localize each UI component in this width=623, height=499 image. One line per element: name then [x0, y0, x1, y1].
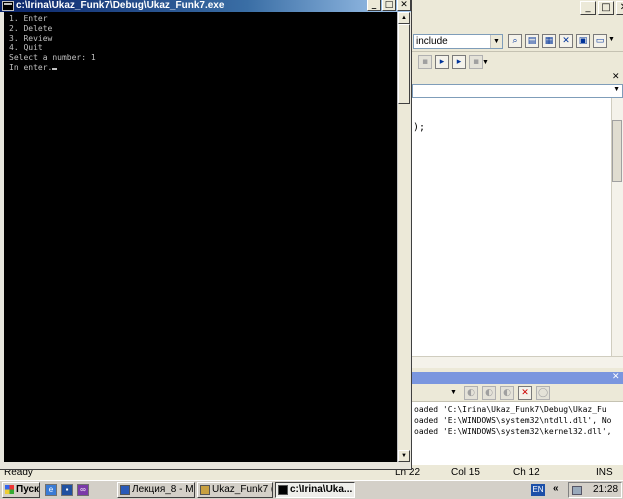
output-header: ✕: [412, 371, 623, 384]
minimize-button[interactable]: _: [367, 0, 381, 11]
find-icon[interactable]: ⌕: [508, 34, 522, 48]
task-label: Ukaz_Funk7 (...: [212, 484, 272, 495]
include-combo-value: include: [416, 36, 448, 47]
output-toolbar: ▼ ◐ ◐ ◐ ✕ ◯: [412, 384, 623, 402]
task-label: Лекция_8 - Mi...: [132, 484, 195, 495]
output-line: oaded 'E:\WINDOWS\system32\ntdll.dll', N…: [414, 416, 612, 425]
chevron-down-icon[interactable]: ▼: [450, 389, 457, 396]
ide-titlebar: _ □ ✕: [412, 0, 623, 18]
task-label: c:\Irina\Uka...: [290, 484, 353, 495]
editor-scroll-thumb[interactable]: [612, 120, 622, 182]
tray-expand-icon[interactable]: «: [553, 483, 559, 494]
visual-studio-quicklaunch-icon[interactable]: ∞: [77, 484, 89, 496]
find-next-icon[interactable]: ◐: [482, 386, 496, 400]
start-button[interactable]: Пуск: [2, 482, 40, 498]
task-button-word[interactable]: Лекция_8 - Mi...: [117, 482, 195, 498]
chevron-down-icon[interactable]: ▼: [490, 35, 502, 48]
status-column: Col 15: [451, 467, 480, 478]
internet-explorer-icon[interactable]: e: [45, 484, 57, 496]
step-over-icon[interactable]: ▸: [452, 55, 466, 69]
classview-icon[interactable]: ▦: [542, 34, 556, 48]
chevron-down-icon[interactable]: ▼: [482, 59, 489, 66]
stop-icon[interactable]: ✕: [518, 386, 532, 400]
panel-header: ✕: [412, 71, 623, 84]
language-indicator[interactable]: EN: [531, 484, 545, 496]
workspace-icon[interactable]: ▤: [525, 34, 539, 48]
taskbar: Пуск e ▪ ∞ Лекция_8 - Mi... Ukaz_Funk7 (…: [0, 480, 623, 499]
output-line: oaded 'C:\Irina\Ukaz_Funk7\Debug\Ukaz_Fu: [414, 405, 607, 414]
chevron-down-icon[interactable]: ▼: [608, 36, 615, 43]
visual-studio-icon: [200, 485, 210, 495]
members-combo[interactable]: ▼: [412, 84, 623, 98]
task-button-console[interactable]: c:\Irina\Uka...: [275, 482, 355, 498]
step-icon[interactable]: ▸: [435, 55, 449, 69]
console-line: In enter.: [9, 62, 53, 72]
console-scroll-thumb[interactable]: [398, 24, 410, 104]
ide-close-button[interactable]: ✕: [616, 1, 623, 15]
window-icon[interactable]: ▭: [593, 34, 607, 48]
find-prev-icon[interactable]: ◐: [464, 386, 478, 400]
start-label: Пуск: [16, 484, 40, 495]
close-icon[interactable]: ✕: [612, 71, 620, 82]
word-icon: [120, 485, 130, 495]
scroll-up-icon[interactable]: ▲: [398, 12, 410, 24]
clock[interactable]: 21:28: [593, 483, 618, 497]
console-icon[interactable]: [2, 1, 14, 11]
task-button-visual-studio[interactable]: Ukaz_Funk7 (...: [197, 482, 273, 498]
close-icon[interactable]: ✕: [612, 371, 620, 382]
tools-icon[interactable]: ✕: [559, 34, 573, 48]
build-icon[interactable]: ▣: [576, 34, 590, 48]
console-title: c:\Irina\Ukaz_Funk7\Debug\Ukaz_Funk7.exe: [16, 0, 225, 11]
console-window[interactable]: c:\Irina\Ukaz_Funk7\Debug\Ukaz_Funk7.exe…: [0, 0, 412, 470]
clear-icon[interactable]: ◯: [536, 386, 550, 400]
ide-toolbar-debug: ▪ ▸ ▸ ▪ ▼: [412, 52, 623, 72]
output-line: oaded 'E:\WINDOWS\system32\kernel32.dll'…: [414, 427, 612, 436]
find-in-files-icon[interactable]: ◐: [500, 386, 514, 400]
scroll-down-icon[interactable]: ▼: [398, 450, 410, 462]
windows-logo-icon: [5, 485, 14, 494]
code-line: );: [413, 122, 426, 133]
ide-minimize-button[interactable]: _: [580, 1, 596, 15]
editor-horizontal-scrollbar[interactable]: [412, 356, 623, 368]
console-line: 4. Quit: [9, 43, 43, 53]
system-tray: 21:28: [568, 482, 622, 498]
maximize-button[interactable]: □: [382, 0, 396, 11]
console-icon: [278, 485, 288, 495]
console-titlebar[interactable]: c:\Irina\Ukaz_Funk7\Debug\Ukaz_Funk7.exe…: [0, 0, 411, 12]
console-output[interactable]: 1. Enter 2. Delete 3. Review 4. Quit Select …: [4, 12, 397, 462]
status-char: Ch 12: [513, 467, 540, 478]
console-line: 2. Delete: [9, 23, 53, 33]
text-cursor: [52, 67, 58, 70]
chevron-down-icon[interactable]: ▼: [613, 86, 620, 93]
desktop-icon[interactable]: ▪: [61, 484, 73, 496]
output-pane[interactable]: oaded 'C:\Irina\Ukaz_Funk7\Debug\Ukaz_Fu…: [412, 402, 623, 464]
status-insert-mode: INS: [596, 467, 613, 478]
include-combo[interactable]: include ▼: [413, 34, 503, 49]
ide-maximize-button[interactable]: □: [598, 1, 614, 15]
console-line: 1. Enter: [9, 14, 48, 23]
code-editor[interactable]: [412, 98, 611, 356]
breakpoint-icon[interactable]: ▪: [469, 55, 483, 69]
console-scrollbar[interactable]: ▲ ▼: [397, 12, 410, 462]
debug-icon[interactable]: ▪: [418, 55, 432, 69]
console-line: Select a number: 1: [9, 53, 96, 63]
close-button[interactable]: ✕: [397, 0, 411, 11]
speaker-icon[interactable]: [572, 486, 582, 495]
console-line: 3. Review: [9, 33, 53, 43]
